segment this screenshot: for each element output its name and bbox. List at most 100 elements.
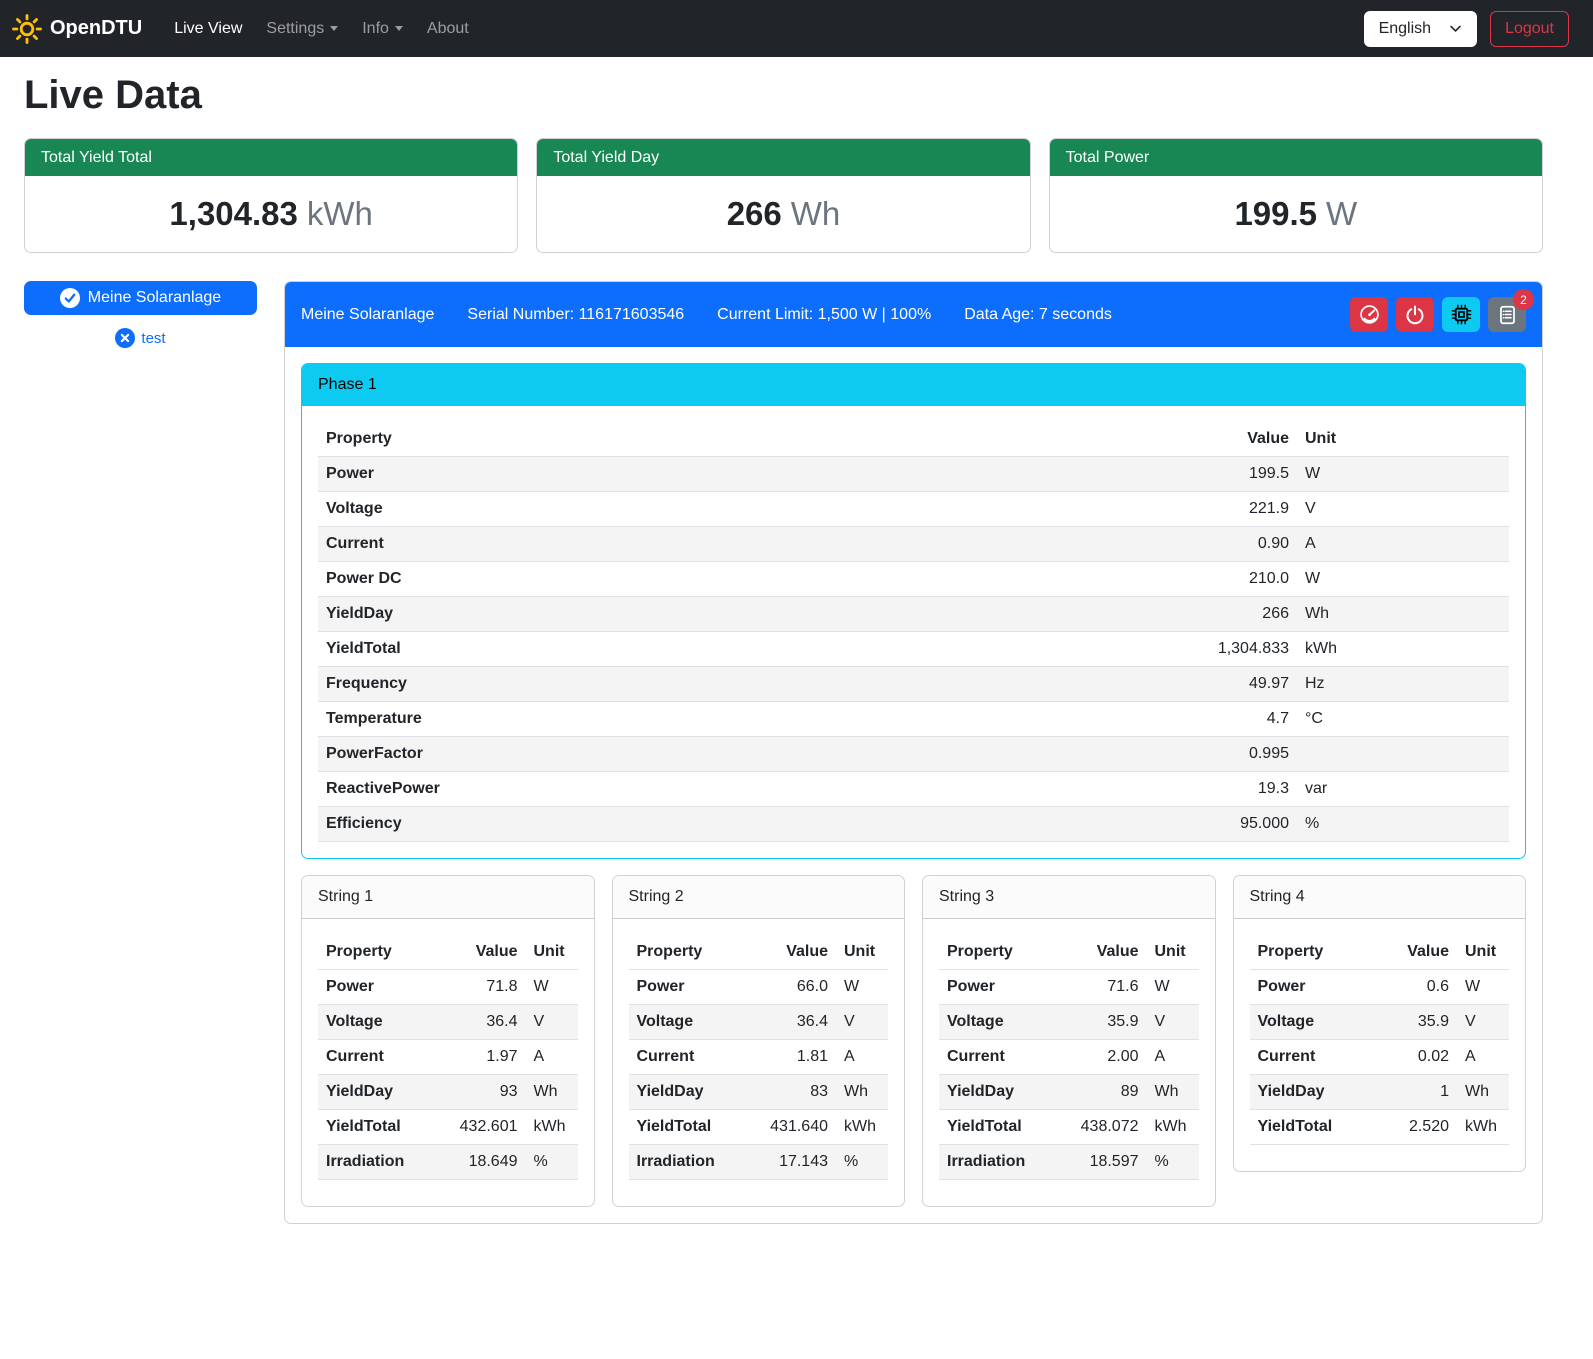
strings-row: String 1 Property Value Unit [301,875,1526,1207]
string-4-card: String 4 Property Value Unit [1233,875,1527,1172]
table-row: Power66.0W [629,970,889,1005]
cell-val: 89 [1057,1075,1147,1110]
cell-unit: W [526,970,578,1005]
cell-val: 71.6 [1057,970,1147,1005]
cell-val: 0.6 [1367,970,1457,1005]
inverter-body: Phase 1 Property Value Unit Power199.5WV… [285,347,1542,1223]
sun-icon [12,14,42,44]
cell-prop: YieldTotal [1250,1110,1368,1145]
page-title: Live Data [24,73,1543,118]
cell-val: 221.9 [1177,492,1297,527]
navbar: OpenDTU Live View Settings Info About En… [0,0,1593,57]
card-title: Total Power [1050,139,1542,176]
inverter-test-row: test [24,328,257,348]
cell-val: 35.9 [1057,1005,1147,1040]
cell-val: 438.072 [1057,1110,1147,1145]
cell-unit: kWh [836,1110,888,1145]
string-3-table: Property Value Unit Power71.6WVoltage35.… [939,935,1199,1180]
caret-down-icon [395,26,403,31]
card-value: 266 [727,195,782,232]
table-row: Current0.02A [1250,1040,1510,1075]
event-count-badge: 2 [1513,289,1534,310]
cell-val: 0.90 [1177,527,1297,562]
table-header-row: Property Value Unit [318,422,1509,457]
cell-prop: ReactivePower [318,772,1177,807]
cell-prop: YieldDay [1250,1075,1368,1110]
cell-unit: V [836,1005,888,1040]
col-property: Property [318,422,1177,457]
check-circle-icon [60,288,80,308]
cell-unit: W [1457,970,1509,1005]
cell-prop: Current [318,527,1177,562]
table-row: Power199.5W [318,457,1509,492]
table-row: YieldTotal1,304.833kWh [318,632,1509,667]
cell-prop: Power [1250,970,1368,1005]
col-property: Property [318,935,436,970]
inverter-test-link[interactable]: test [115,328,165,348]
cell-unit: var [1297,772,1509,807]
cell-prop: Voltage [318,1005,436,1040]
card-value-area: 266Wh [537,176,1029,252]
cell-prop: YieldTotal [318,1110,436,1145]
cell-prop: Power [318,457,1177,492]
total-yield-total-card: Total Yield Total 1,304.83kWh [24,138,518,253]
language-select[interactable]: English [1364,11,1477,47]
cell-unit: V [1147,1005,1199,1040]
cell-unit: V [1457,1005,1509,1040]
inverter-limit: Current Limit: 1,500 W | 100% [717,306,931,324]
cell-prop: Efficiency [318,807,1177,842]
cell-val: 19.3 [1177,772,1297,807]
card-title: Total Yield Total [25,139,517,176]
cell-val: 431.640 [746,1110,836,1145]
table-header-row: Property Value Unit [939,935,1199,970]
cell-prop: Voltage [1250,1005,1368,1040]
limit-settings-button[interactable] [1350,297,1388,332]
logout-button[interactable]: Logout [1490,11,1569,47]
cell-prop: Power [939,970,1057,1005]
cell-prop: Current [629,1040,747,1075]
table-row: Voltage36.4V [629,1005,889,1040]
string-4-table: Property Value Unit Power0.6WVoltage35.9… [1250,935,1510,1145]
power-toggle-button[interactable] [1396,297,1434,332]
main-container: Live Data Total Yield Total 1,304.83kWh … [0,73,1593,1254]
brand-link[interactable]: OpenDTU [12,14,142,44]
cell-unit: kWh [526,1110,578,1145]
cell-val: 1 [1367,1075,1457,1110]
nav-about[interactable]: About [427,20,469,38]
table-row: Irradiation17.143% [629,1145,889,1180]
table-row: YieldTotal2.520kWh [1250,1110,1510,1145]
cell-unit: % [526,1145,578,1180]
cell-val: 18.597 [1057,1145,1147,1180]
cell-val: 95.000 [1177,807,1297,842]
nav-info[interactable]: Info [362,20,403,38]
cell-unit: % [1147,1145,1199,1180]
table-row: Current1.97A [318,1040,578,1075]
col-property: Property [1250,935,1368,970]
device-info-button[interactable] [1442,297,1480,332]
gauge-icon [1359,304,1380,325]
table-row: Current1.81A [629,1040,889,1075]
nav-settings[interactable]: Settings [266,20,338,38]
col-unit: Unit [1297,422,1509,457]
table-row: YieldDay266Wh [318,597,1509,632]
cell-val: 4.7 [1177,702,1297,737]
table-row: Current0.90A [318,527,1509,562]
table-row: Current2.00A [939,1040,1199,1075]
nav-live-view[interactable]: Live View [174,20,242,38]
card-unit: Wh [791,195,841,232]
table-row: Power DC210.0W [318,562,1509,597]
inverter-select-button[interactable]: Meine Solaranlage [24,281,257,315]
cell-prop: PowerFactor [318,737,1177,772]
col-property: Property [939,935,1057,970]
event-log-button[interactable]: 2 [1488,297,1526,332]
string-2-table: Property Value Unit Power66.0WVoltage36.… [629,935,889,1180]
cell-prop: Power [318,970,436,1005]
cell-unit: Wh [1457,1075,1509,1110]
phase-body: Property Value Unit Power199.5WVoltage22… [302,406,1525,858]
inverter-data-age: Data Age: 7 seconds [964,306,1112,324]
inverter-name: Meine Solaranlage [301,306,434,324]
string-title: String 4 [1234,876,1526,919]
string-1-table: Property Value Unit Power71.8WVoltage36.… [318,935,578,1180]
cell-val: 199.5 [1177,457,1297,492]
cell-val: 49.97 [1177,667,1297,702]
